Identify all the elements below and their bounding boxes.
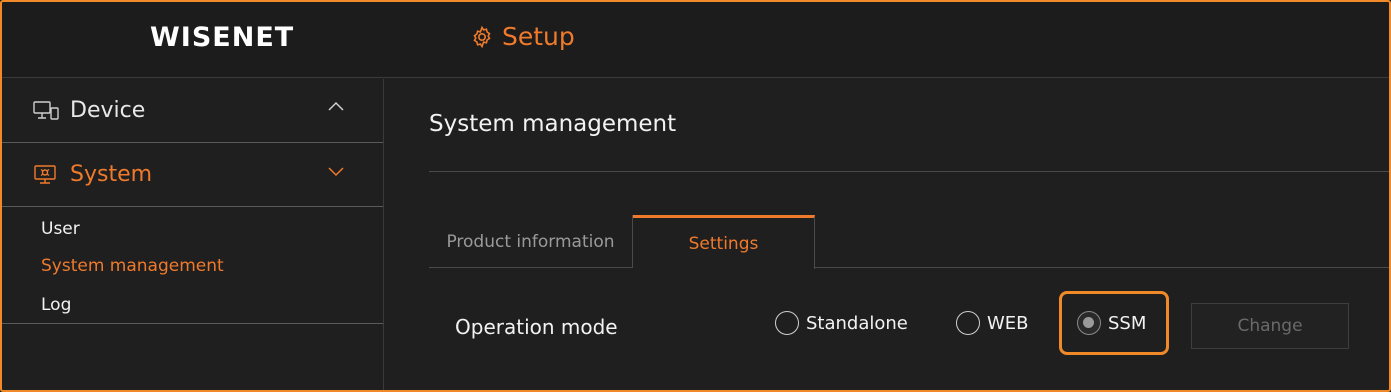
main-content: System management Product information Se… (385, 79, 1389, 390)
sidebar-item-label: System (70, 162, 153, 187)
radio-circle-selected[interactable] (1077, 311, 1101, 335)
divider (429, 171, 1389, 172)
sidebar-item-device[interactable]: Device (0, 79, 383, 143)
gear-icon (473, 25, 491, 48)
system-submenu: User System management Log (0, 207, 383, 324)
page-title: System management (429, 111, 677, 137)
sidebar-item-system[interactable]: System (0, 143, 383, 207)
top-bar: WISENET Setup (0, 0, 1391, 78)
tab-bar: Product information Settings (429, 215, 1389, 269)
radio-label: SSM (1108, 312, 1147, 334)
sidebar-item-label: Device (70, 98, 146, 123)
tab-product-information[interactable]: Product information (429, 215, 633, 268)
radio-label: WEB (987, 312, 1029, 334)
chevron-down-icon (328, 167, 344, 177)
system-settings-icon (34, 164, 56, 184)
submenu-item-user[interactable]: User (0, 215, 383, 254)
submenu-item-log[interactable]: Log (0, 293, 383, 332)
radio-standalone[interactable]: Standalone (775, 311, 908, 335)
radio-circle[interactable] (775, 311, 799, 335)
chevron-up-icon (328, 101, 344, 111)
setup-label: Setup (502, 22, 575, 51)
monitor-devices-icon (33, 100, 59, 120)
radio-ssm[interactable]: SSM (1077, 311, 1146, 335)
brand-logo: WISENET (150, 22, 295, 53)
radio-circle[interactable] (956, 311, 980, 335)
radio-web[interactable]: WEB (956, 311, 1029, 335)
radio-label: Standalone (806, 312, 908, 334)
change-button[interactable]: Change (1191, 303, 1349, 349)
setup-title: Setup (470, 22, 575, 51)
submenu-item-system-management[interactable]: System management (0, 254, 383, 293)
sidebar: Device System User System management Log (0, 79, 384, 392)
operation-mode-label: Operation mode (455, 315, 618, 339)
tab-settings[interactable]: Settings (633, 215, 815, 269)
